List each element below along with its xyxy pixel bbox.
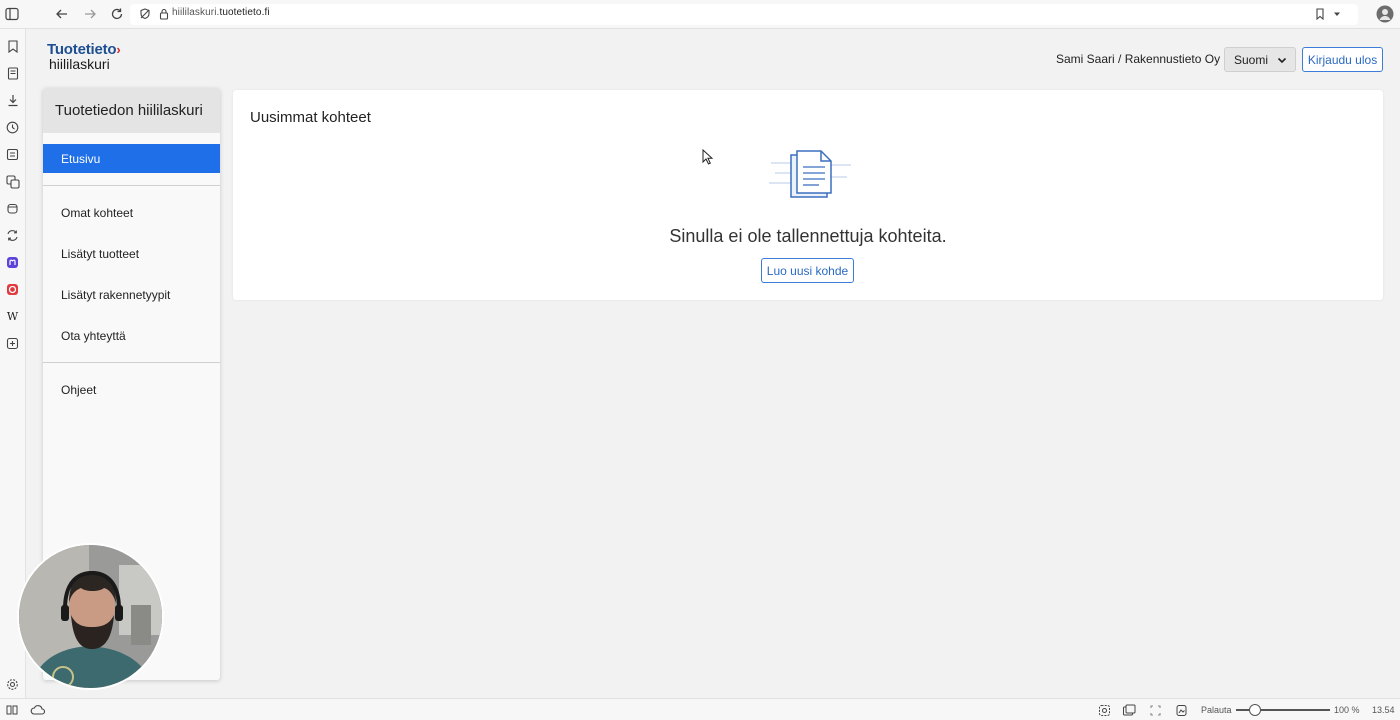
window-panel-icon[interactable] xyxy=(5,201,20,216)
page-actions-icon[interactable] xyxy=(1147,702,1163,718)
bookmarks-panel-icon[interactable] xyxy=(5,39,20,54)
sidebar-divider xyxy=(43,362,220,363)
sidebar-item-lisatyt-rakennetyypit[interactable]: Lisätyt rakennetyypit xyxy=(43,280,220,309)
images-toggle-icon[interactable] xyxy=(1173,702,1189,718)
zoom-slider-handle[interactable] xyxy=(1249,704,1261,716)
url-text[interactable]: hiililaskuri.tuotetieto.fi xyxy=(172,7,270,18)
forward-icon[interactable] xyxy=(82,6,98,22)
clock-time: 13.54 xyxy=(1372,705,1395,715)
tile-tabs-icon[interactable] xyxy=(1121,702,1137,718)
mastodon-icon[interactable] xyxy=(5,255,20,270)
tuotetieto-logo[interactable]: Tuotetieto› hiililaskuri xyxy=(47,41,121,72)
browser-status-bar: Palauta 100 % 13.54 xyxy=(0,698,1400,720)
notes-icon[interactable] xyxy=(5,147,20,162)
reading-list-icon[interactable] xyxy=(5,66,20,81)
zoom-level: 100 % xyxy=(1334,705,1360,715)
reload-icon[interactable] xyxy=(109,6,125,22)
sidebar-item-omat-kohteet[interactable]: Omat kohteet xyxy=(43,198,220,227)
card-title: Uusimmat kohteet xyxy=(250,109,371,126)
add-panel-icon[interactable] xyxy=(5,336,20,351)
sidebar-item-ohjeet[interactable]: Ohjeet xyxy=(43,375,220,404)
downloads-icon[interactable] xyxy=(5,93,20,108)
mouse-cursor-icon xyxy=(702,148,714,170)
user-org-label: Sami Saari / Rakennustieto Oy xyxy=(1056,52,1221,66)
sidebar-item-ota-yhteytta[interactable]: Ota yhteyttä xyxy=(43,321,220,350)
sidebar-divider xyxy=(43,185,220,186)
capture-icon[interactable] xyxy=(1096,702,1112,718)
panel-toggle-icon[interactable] xyxy=(4,702,20,718)
translate-icon[interactable] xyxy=(5,174,20,189)
chevron-down-icon[interactable] xyxy=(1329,6,1345,22)
language-select-value: Suomi xyxy=(1234,52,1269,67)
zoom-reset-label[interactable]: Palauta xyxy=(1201,705,1232,715)
bookmark-icon[interactable] xyxy=(1312,6,1328,22)
webcam-overlay xyxy=(17,543,164,690)
settings-gear-icon[interactable] xyxy=(5,677,20,692)
logout-button[interactable]: Kirjaudu ulos xyxy=(1302,47,1383,72)
wikipedia-icon[interactable]: W xyxy=(5,309,20,324)
logo-product-text: hiililaskuri xyxy=(49,56,110,72)
empty-document-icon xyxy=(769,147,851,208)
chevron-down-icon xyxy=(1277,54,1287,68)
vivaldi-icon[interactable] xyxy=(5,282,20,297)
logo-chevron-icon: › xyxy=(116,42,121,57)
sidebar-item-lisatyt-tuotteet[interactable]: Lisätyt tuotteet xyxy=(43,239,220,268)
app-page: Tuotetieto› hiililaskuri Sami Saari / Ra… xyxy=(26,29,1400,698)
sidebar-title: Tuotetiedon hiililaskuri xyxy=(43,88,220,133)
address-bar[interactable] xyxy=(130,4,1358,25)
sync-icon[interactable] xyxy=(5,228,20,243)
browser-toolbar: hiililaskuri.tuotetieto.fi xyxy=(0,0,1400,29)
lock-icon[interactable] xyxy=(156,6,172,22)
back-icon[interactable] xyxy=(54,6,70,22)
recent-projects-card: Uusimmat kohteet Sinulla ei ole tallenne… xyxy=(233,90,1383,300)
profile-icon[interactable] xyxy=(1376,5,1394,23)
sidebar-item-etusivu[interactable]: Etusivu xyxy=(43,144,220,173)
history-icon[interactable] xyxy=(5,120,20,135)
empty-state-message: Sinulla ei ole tallennettuja kohteita. xyxy=(669,226,947,246)
tracker-shield-icon[interactable] xyxy=(137,6,153,22)
sidebar-toggle-icon[interactable] xyxy=(4,6,20,22)
language-select[interactable]: Suomi xyxy=(1224,47,1296,72)
create-project-button[interactable]: Luo uusi kohde xyxy=(761,258,854,283)
cloud-sync-icon[interactable] xyxy=(29,702,45,718)
